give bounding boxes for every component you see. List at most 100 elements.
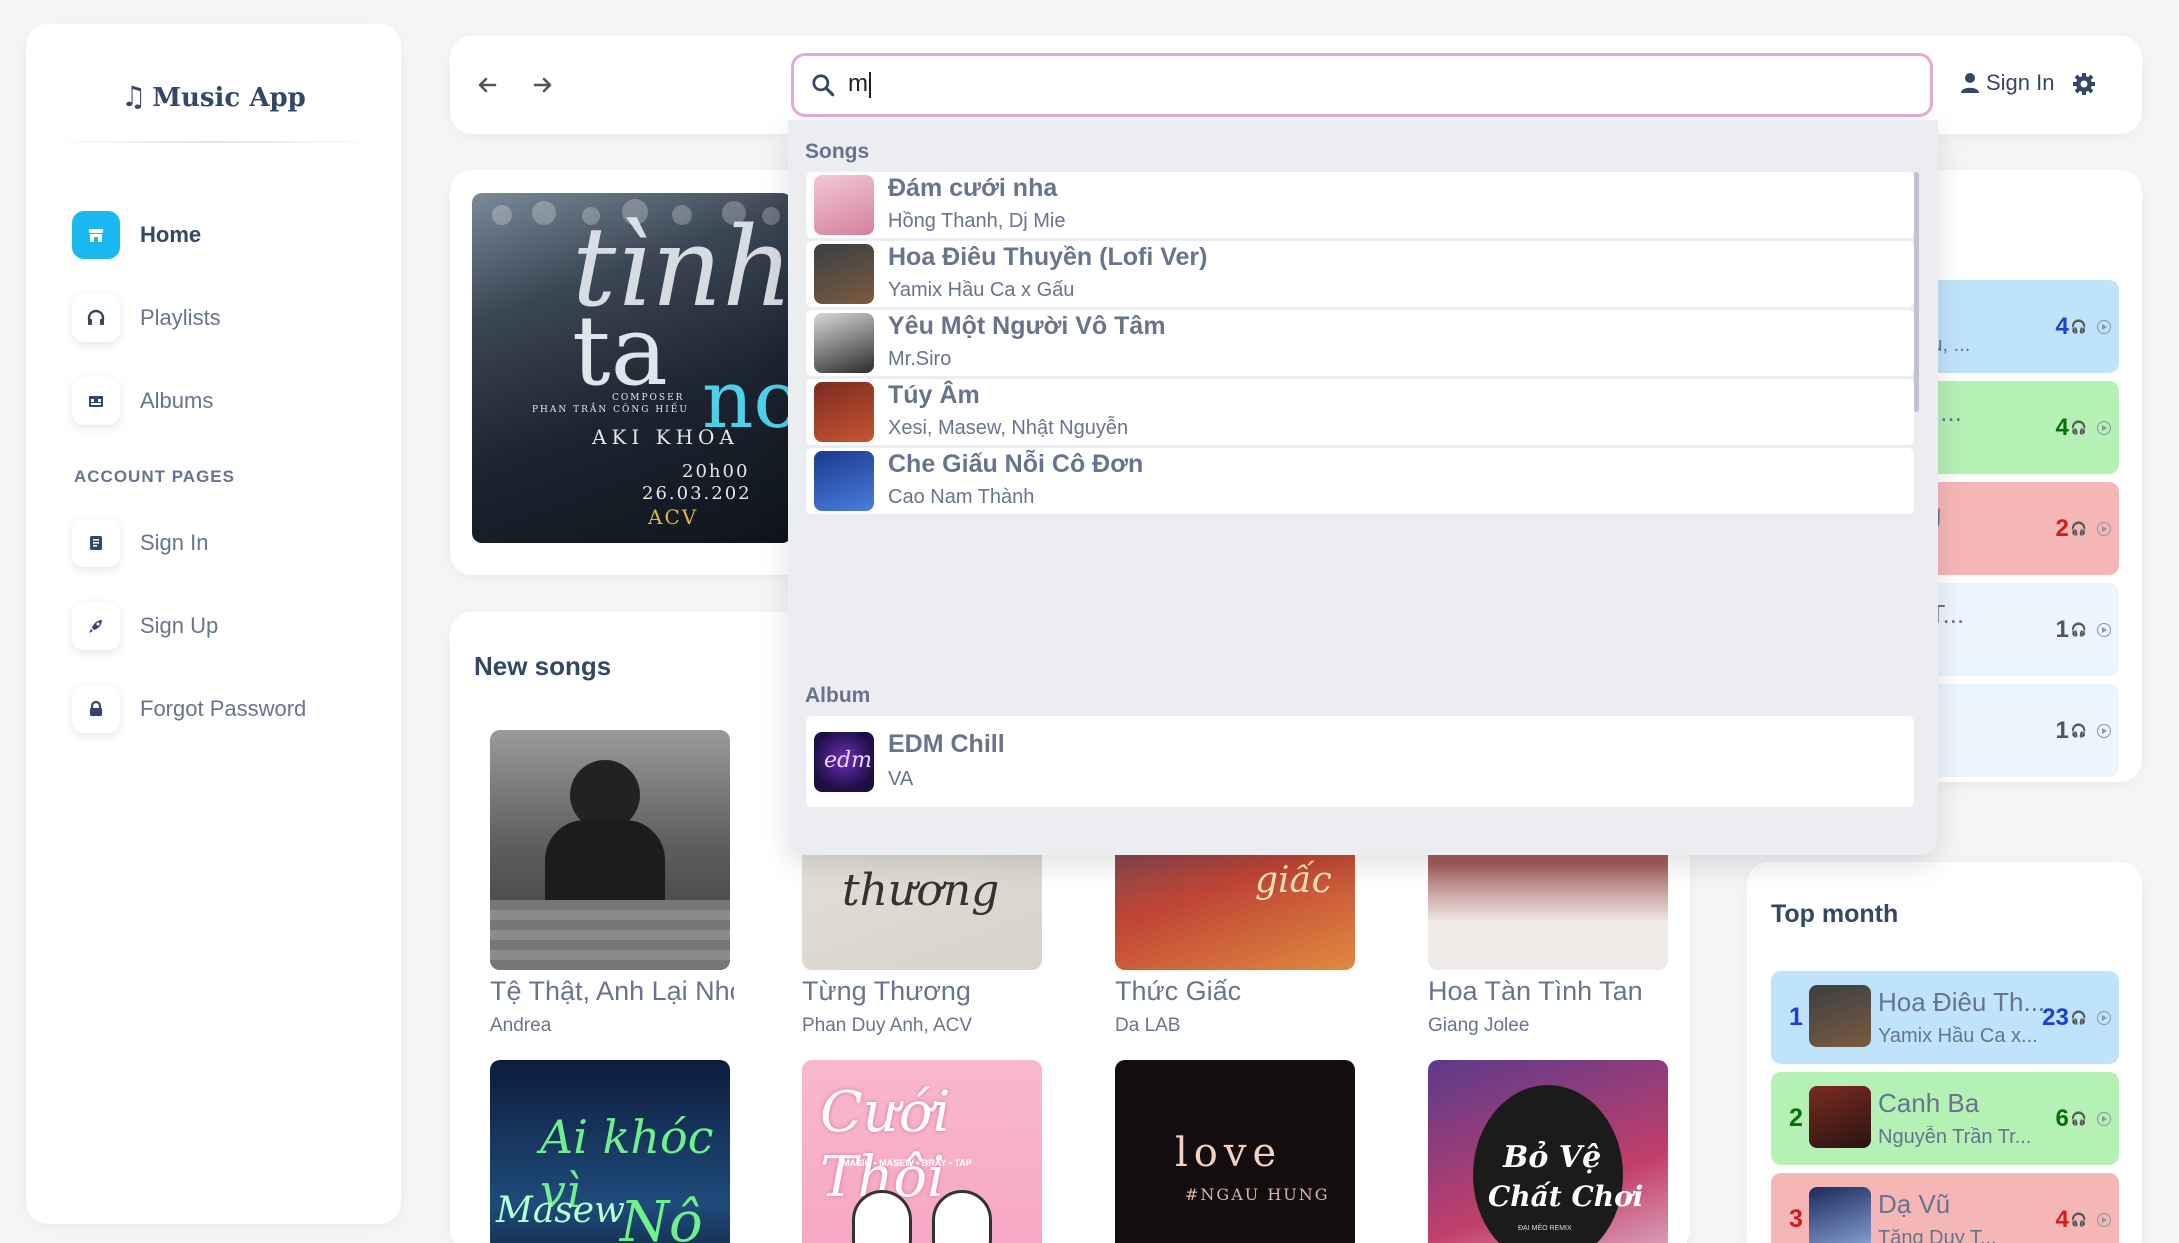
headphones-icon: 🎧 (2070, 319, 2087, 334)
sidebar-item-sign-in[interactable]: Sign In (72, 518, 209, 568)
text-caret (869, 71, 871, 98)
poster-composer: PHAN TRẦN CÔNG HIẾU (532, 405, 689, 415)
rank-artist: Nguyễn Trần Tr... (1878, 1126, 2032, 1148)
song-artist: Giang Jolee (1428, 1015, 1530, 1036)
result-title: Yêu Một Người Vô Tâm (888, 312, 1166, 340)
back-arrow-icon[interactable] (468, 66, 506, 104)
song-thumbnail (814, 313, 874, 373)
search-input[interactable]: m (791, 53, 1933, 117)
result-title: Đám cưới nha (888, 174, 1058, 202)
rocket-icon (72, 602, 120, 650)
play-icon[interactable] (2097, 1011, 2111, 1025)
headphones-icon: 🎧 (2070, 1111, 2087, 1126)
cover-text: Bỏ Vệ (1503, 1140, 1602, 1175)
listen-count: 4 🎧 (2055, 1206, 2087, 1234)
rank-number: 2 (1789, 1104, 1803, 1132)
song-tile[interactable]: love #NGAU HUNG (1115, 1060, 1355, 1243)
forward-arrow-icon[interactable] (524, 66, 562, 104)
rank-title: Canh Ba (1878, 1088, 1980, 1118)
cover-text: #NGAU HUNG (1185, 1185, 1330, 1204)
new-songs-title: New songs (474, 651, 612, 681)
play-icon[interactable] (2097, 623, 2111, 637)
lock-icon (72, 685, 120, 733)
listen-count: 2 🎧 (2055, 515, 2087, 543)
sidebar-item-label: Sign Up (140, 613, 219, 638)
user-icon (1961, 73, 1979, 93)
sidebar-item-label: Forgot Password (140, 696, 307, 721)
rank-row[interactable]: 1 Hoa Điêu Th... Yamix Hầu Ca x... 23 🎧 (1771, 971, 2119, 1064)
search-input-text[interactable]: m (848, 70, 871, 98)
play-icon[interactable] (2097, 1112, 2111, 1126)
result-title: Túy Âm (888, 381, 980, 409)
poster-text: ta (572, 295, 668, 407)
brand-logo[interactable]: ♫ Music App (26, 80, 401, 113)
sidebar-item-forgot-password[interactable]: Forgot Password (72, 684, 306, 734)
song-artist: Phan Duy Anh, ACV (802, 1015, 973, 1036)
play-icon[interactable] (2097, 421, 2111, 435)
search-result-song[interactable]: Đám cưới nha Hồng Thanh, Dj Mie (806, 172, 1914, 238)
listen-count: 4 🎧 (2055, 313, 2087, 341)
play-icon[interactable] (2097, 522, 2111, 536)
sidebar-item-albums[interactable]: Albums (72, 376, 213, 426)
song-tile[interactable]: Cưới Thôi MASIU • MASEW • BRAY • TAP (802, 1060, 1042, 1243)
headphones-icon: 🎧 (2070, 723, 2087, 738)
album-thumbnail: edm (814, 732, 874, 792)
result-artist: Mr.Siro (888, 348, 952, 370)
cover-text: edm (824, 748, 872, 773)
result-artist: VA (888, 768, 914, 790)
search-result-song[interactable]: Túy Âm Xesi, Masew, Nhật Nguyễn (806, 379, 1914, 445)
dropdown-scrollbar[interactable] (1914, 172, 1919, 412)
song-tile[interactable]: Tệ Thật, Anh Lại Nhớ Andrea (490, 730, 734, 1037)
play-icon[interactable] (2097, 724, 2111, 738)
listen-count-value: 6 (2055, 1105, 2069, 1132)
rank-row[interactable]: 2 Canh Ba Nguyễn Trần Tr... 6 🎧 (1771, 1072, 2119, 1165)
listen-count-value: 4 (2055, 414, 2069, 441)
sidebar-item-playlists[interactable]: Playlists (72, 293, 221, 343)
poster-time: 20h00 (682, 461, 750, 482)
featured-poster-image[interactable]: tình ta nơ COMPOSER PHAN TRẦN CÔNG HIẾU … (472, 193, 792, 543)
listen-count-value: 4 (2055, 313, 2069, 340)
song-title: Hoa Tàn Tình Tan (1428, 976, 1643, 1006)
search-result-song[interactable]: Yêu Một Người Vô Tâm Mr.Siro (806, 310, 1914, 376)
gear-icon[interactable] (2072, 72, 2096, 96)
sidebar-item-home[interactable]: Home (72, 210, 201, 260)
sign-in-link[interactable]: Sign In (1960, 70, 2055, 96)
sidebar-divider (46, 141, 381, 143)
search-result-album[interactable]: edm EDM Chill VA (806, 716, 1914, 807)
song-thumbnail (814, 175, 874, 235)
home-icon (72, 211, 120, 259)
sidebar-item-label: Albums (140, 388, 214, 413)
cover-text: Cưới Thôi (820, 1080, 951, 1210)
play-icon[interactable] (2097, 320, 2111, 334)
album-heading: Album (805, 684, 871, 707)
song-tile[interactable]: Ai khóc vì Masew Nộ (490, 1060, 730, 1243)
search-result-song[interactable]: Che Giấu Nỗi Cô Đơn Cao Nam Thành (806, 448, 1914, 514)
cover-text: love (1175, 1130, 1283, 1176)
listen-count-value: 1 (2055, 616, 2069, 643)
section-title: ACCOUNT PAGES (74, 467, 235, 486)
listen-count-value: 1 (2055, 717, 2069, 744)
cover-text: Chất Chơi (1488, 1180, 1644, 1213)
rank-row[interactable]: 3 Dạ Vũ Tăng Duy T... 4 🎧 (1771, 1173, 2119, 1243)
music-note-icon: ♫ (121, 80, 147, 113)
cover-text: Masew (496, 1190, 625, 1231)
poster-brand: ACV (648, 505, 699, 529)
song-title: Thức Giấc (1115, 976, 1242, 1006)
cover-text: ĐẠI MÈO REMIX (1518, 1225, 1572, 1232)
play-icon[interactable] (2097, 1213, 2111, 1227)
cover-text: thương (842, 865, 1000, 916)
headphones-icon: 🎧 (2070, 1010, 2087, 1025)
rank-thumbnail (1809, 1086, 1871, 1148)
song-tile[interactable]: Bỏ Vệ Chất Chơi ĐẠI MÈO REMIX (1428, 1060, 1668, 1243)
search-icon (812, 74, 835, 97)
rank-title: Hoa Điêu Th... (1878, 987, 2046, 1017)
rank-thumbnail (1809, 985, 1871, 1047)
sidebar-item-sign-up[interactable]: Sign Up (72, 601, 218, 651)
search-result-song[interactable]: Hoa Điêu Thuyền (Lofi Ver) Yamix Hầu Ca x… (806, 241, 1914, 307)
result-artist: Hồng Thanh, Dj Mie (888, 210, 1066, 232)
rank-thumbnail (1809, 1187, 1871, 1243)
song-cover: Cưới Thôi MASIU • MASEW • BRAY • TAP (802, 1060, 1042, 1243)
song-cover: Bỏ Vệ Chất Chơi ĐẠI MÈO REMIX (1428, 1060, 1668, 1243)
sign-in-label: Sign In (1986, 70, 2055, 95)
listen-count: 1 🎧 (2055, 717, 2087, 745)
